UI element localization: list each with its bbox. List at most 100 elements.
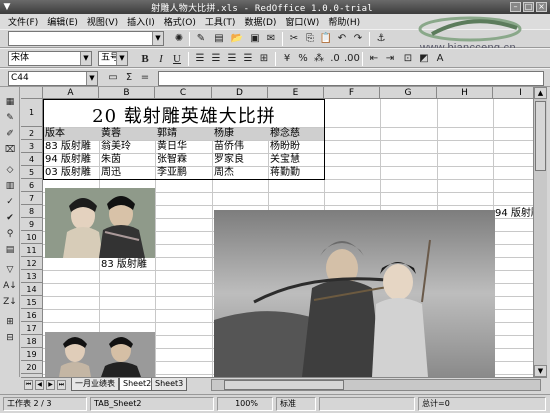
new-doc-icon[interactable]: ▤ <box>212 32 226 46</box>
table-cell[interactable]: 03 版射雕 <box>44 166 99 179</box>
redo-icon[interactable]: ↷ <box>351 32 365 46</box>
formula-input[interactable] <box>158 71 544 86</box>
caption-94[interactable]: 94 版射雕 <box>494 207 533 220</box>
row-header-19[interactable]: 19 <box>21 348 43 361</box>
insert-columns-icon[interactable]: ⊟ <box>3 331 17 345</box>
percent-icon[interactable]: % <box>296 52 310 66</box>
cut-icon[interactable]: ✂ <box>287 32 301 46</box>
paste-icon[interactable]: 📋 <box>319 32 333 46</box>
row-header-7[interactable]: 7 <box>21 192 43 205</box>
insert-rows-icon[interactable]: ⊞ <box>3 315 17 329</box>
header-cell[interactable]: 黄蓉 <box>100 127 155 140</box>
last-sheet-icon[interactable]: ⏭ <box>57 380 66 390</box>
row-header-3[interactable]: 3 <box>21 140 43 153</box>
caption-83[interactable]: 83 版射雕 <box>100 258 156 271</box>
table-cell[interactable]: 罗家良 <box>213 153 268 166</box>
table-cell[interactable]: 张智霖 <box>156 153 212 166</box>
col-header-b[interactable]: B <box>99 87 155 99</box>
binoculars-icon[interactable]: ⚲ <box>3 227 17 241</box>
tab-sheet1[interactable]: 一月业绩表 <box>71 378 119 391</box>
photo-03-version[interactable] <box>45 332 155 377</box>
sum-icon[interactable]: Σ <box>122 71 136 85</box>
save-icon[interactable]: ▣ <box>248 32 262 46</box>
copy-icon[interactable]: ⎘ <box>303 32 317 46</box>
col-header-e[interactable]: E <box>268 87 324 99</box>
row-header-13[interactable]: 13 <box>21 270 43 283</box>
horizontal-scrollbar[interactable] <box>211 379 541 391</box>
photo-94-version[interactable] <box>214 210 495 377</box>
edit-file-icon[interactable]: ✎ <box>194 32 208 46</box>
menu-help[interactable]: 帮助(H) <box>328 15 360 28</box>
scroll-down-icon[interactable]: ▼ <box>534 365 547 377</box>
merge-cells-icon[interactable]: ⊞ <box>257 52 271 66</box>
menu-tools[interactable]: 工具(T) <box>205 15 236 28</box>
row-header-11[interactable]: 11 <box>21 244 43 257</box>
vertical-scroll-thumb[interactable] <box>535 101 546 171</box>
row-header-6[interactable]: 6 <box>21 179 43 192</box>
table-cell[interactable]: 杨盼盼 <box>269 140 324 153</box>
horizontal-scroll-thumb[interactable] <box>224 380 344 390</box>
row-header-4[interactable]: 4 <box>21 153 43 166</box>
sort-desc-icon[interactable]: Z↓ <box>3 295 17 309</box>
align-right-icon[interactable]: ☰ <box>225 52 239 66</box>
header-cell[interactable]: 杨康 <box>213 127 268 140</box>
col-header-f[interactable]: F <box>324 87 380 99</box>
row-header-9[interactable]: 9 <box>21 218 43 231</box>
header-cell[interactable]: 版本 <box>44 127 99 140</box>
col-header-i[interactable]: I <box>493 87 533 99</box>
name-box[interactable]: C44 ▼ <box>8 71 98 86</box>
row-header-14[interactable]: 14 <box>21 283 43 296</box>
insert-chart-icon[interactable]: ▥ <box>3 179 17 193</box>
menu-insert[interactable]: 插入(I) <box>127 15 155 28</box>
table-cell[interactable]: 周迅 <box>100 166 155 179</box>
table-cell[interactable]: 翁美玲 <box>100 140 155 153</box>
menu-edit[interactable]: 编辑(E) <box>47 15 78 28</box>
thousands-icon[interactable]: ⁂ <box>312 52 326 66</box>
col-header-g[interactable]: G <box>380 87 437 99</box>
justify-icon[interactable]: ☰ <box>241 52 255 66</box>
font-name-combo[interactable]: 宋体 ▼ <box>8 51 92 66</box>
bold-icon[interactable]: B <box>138 52 152 66</box>
font-size-combo[interactable]: 五号 ▼ <box>98 51 128 66</box>
remove-decimal-icon[interactable]: .00 <box>344 52 360 66</box>
col-header-a[interactable]: A <box>43 87 99 99</box>
align-left-icon[interactable]: ☰ <box>193 52 207 66</box>
tab-sheet3[interactable]: Sheet3 <box>151 378 188 391</box>
cell-edit-icon[interactable]: ⌧ <box>3 143 17 157</box>
status-zoom[interactable]: 100% <box>217 397 273 411</box>
row-header-20[interactable]: 20 <box>21 361 43 374</box>
italic-icon[interactable]: I <box>154 52 168 66</box>
url-combo[interactable]: ▼ <box>8 31 164 46</box>
row-header-12[interactable]: 12 <box>21 257 43 270</box>
row-header-2[interactable]: 2 <box>21 127 43 140</box>
mail-icon[interactable]: ✉ <box>264 32 278 46</box>
maximize-icon[interactable]: □ <box>523 2 534 12</box>
status-mode[interactable]: 标准 <box>276 397 316 411</box>
function-icon[interactable]: = <box>138 71 152 85</box>
scroll-up-icon[interactable]: ▲ <box>534 87 547 99</box>
header-cell[interactable]: 郭靖 <box>156 127 212 140</box>
col-header-c[interactable]: C <box>155 87 212 99</box>
table-cell[interactable]: 83 版射雕 <box>44 140 99 153</box>
row-header-10[interactable]: 10 <box>21 231 43 244</box>
decrease-indent-icon[interactable]: ⇤ <box>367 52 381 66</box>
table-cell[interactable]: 苗侨伟 <box>213 140 268 153</box>
underline-icon[interactable]: U <box>170 52 184 66</box>
row-header-17[interactable]: 17 <box>21 322 43 335</box>
system-menu-icon[interactable]: ▼ <box>0 0 14 14</box>
minimize-icon[interactable]: – <box>510 2 521 12</box>
table-cell[interactable]: 关宝慧 <box>269 153 324 166</box>
row-header-15[interactable]: 15 <box>21 296 43 309</box>
hyperlink-icon[interactable]: ⚓ <box>374 32 388 46</box>
col-header-h[interactable]: H <box>437 87 493 99</box>
row-header-1[interactable]: 1 <box>21 99 43 127</box>
open-folder-icon[interactable]: 📂 <box>230 32 244 46</box>
menu-window[interactable]: 窗口(W) <box>285 15 319 28</box>
row-header-18[interactable]: 18 <box>21 335 43 348</box>
table-cell[interactable]: 黄日华 <box>156 140 212 153</box>
menu-format[interactable]: 格式(O) <box>164 15 196 28</box>
photo-83-version[interactable] <box>45 188 155 258</box>
table-cell[interactable]: 朱茵 <box>100 153 155 166</box>
row-header-16[interactable]: 16 <box>21 309 43 322</box>
spreadsheet-grid[interactable]: A B C D E F G H I 1 2 3 4 5 6 7 8 9 10 1… <box>21 87 533 377</box>
